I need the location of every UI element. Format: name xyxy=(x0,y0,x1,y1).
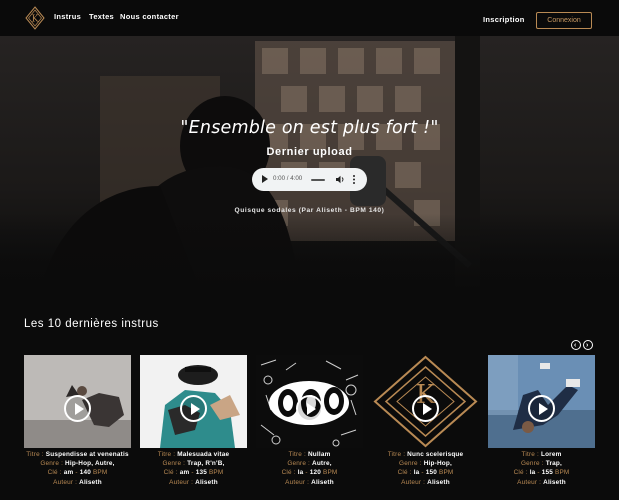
label-auteur: Auteur xyxy=(169,478,190,486)
volume-icon[interactable] xyxy=(336,175,345,184)
instru-key: am xyxy=(179,469,190,477)
instru-info: Titre : Lorem Genre : Trap, Clé : la - 1… xyxy=(513,451,570,486)
instru-author: Aliseth xyxy=(543,478,566,486)
label-bpm: BPM xyxy=(322,469,338,477)
play-circle-icon[interactable] xyxy=(528,395,555,422)
label-auteur: Auteur xyxy=(517,478,538,486)
instru-key: la xyxy=(413,469,420,477)
hero-banner: "Ensemble on est plus fort !" Dernier up… xyxy=(0,36,619,290)
more-options-icon[interactable] xyxy=(352,174,356,185)
nav-link-textes[interactable]: Textes xyxy=(89,12,114,21)
label-cle: Clé xyxy=(163,469,174,477)
svg-text:K: K xyxy=(32,15,39,25)
instru-title: Lorem xyxy=(540,451,562,458)
instru-info: Titre : Malesuada vitae Genre : Trap, R'… xyxy=(157,451,230,486)
play-circle-icon[interactable] xyxy=(64,395,91,422)
instru-info: Titre : Suspendisse at venenatis Genre :… xyxy=(26,451,129,486)
player-time: 0:00 / 4:00 xyxy=(273,175,303,182)
label-genre: Genre xyxy=(287,460,307,468)
instru-key: la xyxy=(297,469,304,477)
label-genre: Genre xyxy=(521,460,540,468)
instru-title: Nullam xyxy=(307,451,331,458)
nav-link-contact[interactable]: Nous contacter xyxy=(120,12,179,21)
instru-author: Aliseth xyxy=(311,478,334,486)
instru-bpm: 135 xyxy=(195,469,207,477)
instru-info: Titre : Nullam Genre : Autre, Clé : la -… xyxy=(281,451,338,486)
label-bpm: BPM xyxy=(92,469,108,477)
label-genre: Genre xyxy=(162,460,182,468)
instru-bpm: 140 xyxy=(79,469,91,477)
instru-title: Malesuada vitae xyxy=(177,451,230,458)
label-bpm: BPM xyxy=(438,469,454,477)
label-cle: Clé xyxy=(397,469,408,477)
k-logo-icon[interactable]: K xyxy=(25,6,45,30)
instru-title: Nunc scelerisque xyxy=(407,451,464,458)
label-auteur: Auteur xyxy=(285,478,306,486)
hero-subtitle: Dernier upload xyxy=(266,146,353,158)
label-cle: Clé xyxy=(513,469,524,477)
instru-genre: Hip-Hop, Autre, xyxy=(65,460,115,468)
upload-info: Quisque sodales (Par Aliseth - BPM 140) xyxy=(234,207,385,214)
audio-player[interactable]: 0:00 / 4:00 xyxy=(252,168,367,191)
hero-overlay xyxy=(0,36,619,290)
instru-thumbnail[interactable]: K xyxy=(372,355,479,448)
label-bpm: BPM xyxy=(208,469,224,477)
play-icon[interactable] xyxy=(262,175,268,183)
instru-thumbnail[interactable] xyxy=(256,355,363,448)
instru-bpm: 150 xyxy=(425,469,437,477)
instru-bpm: 155 xyxy=(541,469,553,477)
instru-genre: Trap, xyxy=(545,460,562,468)
carousel-prev-button[interactable]: ‹ xyxy=(571,340,581,350)
label-titre: Titre xyxy=(521,451,536,458)
play-circle-icon[interactable] xyxy=(412,395,439,422)
signup-link[interactable]: Inscription xyxy=(483,15,525,24)
label-auteur: Auteur xyxy=(53,478,74,486)
login-button[interactable]: Connexion xyxy=(536,12,592,29)
instru-author: Aliseth xyxy=(427,478,450,486)
instru-title: Suspendisse at venenatis xyxy=(45,451,129,458)
label-genre: Genre xyxy=(40,460,60,468)
progress-bar[interactable] xyxy=(311,179,325,181)
instru-key: la xyxy=(529,469,536,477)
section-title: Les 10 dernières instrus xyxy=(24,318,159,330)
label-titre: Titre xyxy=(288,451,303,458)
instru-thumbnail[interactable] xyxy=(488,355,595,448)
label-cle: Clé xyxy=(281,469,292,477)
instru-thumbnail[interactable] xyxy=(24,355,131,448)
instru-author: Aliseth xyxy=(79,478,102,486)
top-navbar: K Instrus Textes Nous contacter Inscript… xyxy=(0,0,619,36)
chevron-left-icon: ‹ xyxy=(574,342,577,349)
instru-thumbnail[interactable] xyxy=(140,355,247,448)
instru-genre: Trap, R'n'B, xyxy=(187,460,225,468)
label-genre: Genre xyxy=(399,460,418,468)
label-titre: Titre xyxy=(157,451,172,458)
label-titre: Titre xyxy=(387,451,402,458)
hero-quote: "Ensemble on est plus fort !" xyxy=(180,118,439,138)
instru-author: Aliseth xyxy=(195,478,218,486)
instru-genre: Autre, xyxy=(312,460,332,468)
instru-genre: Hip-Hop, xyxy=(423,460,452,468)
carousel-next-button[interactable]: › xyxy=(583,340,593,350)
chevron-right-icon: › xyxy=(586,342,589,349)
instru-info: Titre : Nunc scelerisque Genre : Hip-Hop… xyxy=(387,451,464,486)
label-titre: Titre xyxy=(26,451,40,458)
label-auteur: Auteur xyxy=(401,478,422,486)
instru-key: am xyxy=(63,469,74,477)
play-circle-icon[interactable] xyxy=(296,395,323,422)
play-circle-icon[interactable] xyxy=(180,395,207,422)
instru-bpm: 120 xyxy=(309,469,321,477)
label-cle: Clé xyxy=(47,469,58,477)
nav-link-instrus[interactable]: Instrus xyxy=(54,12,81,21)
label-bpm: BPM xyxy=(554,469,570,477)
